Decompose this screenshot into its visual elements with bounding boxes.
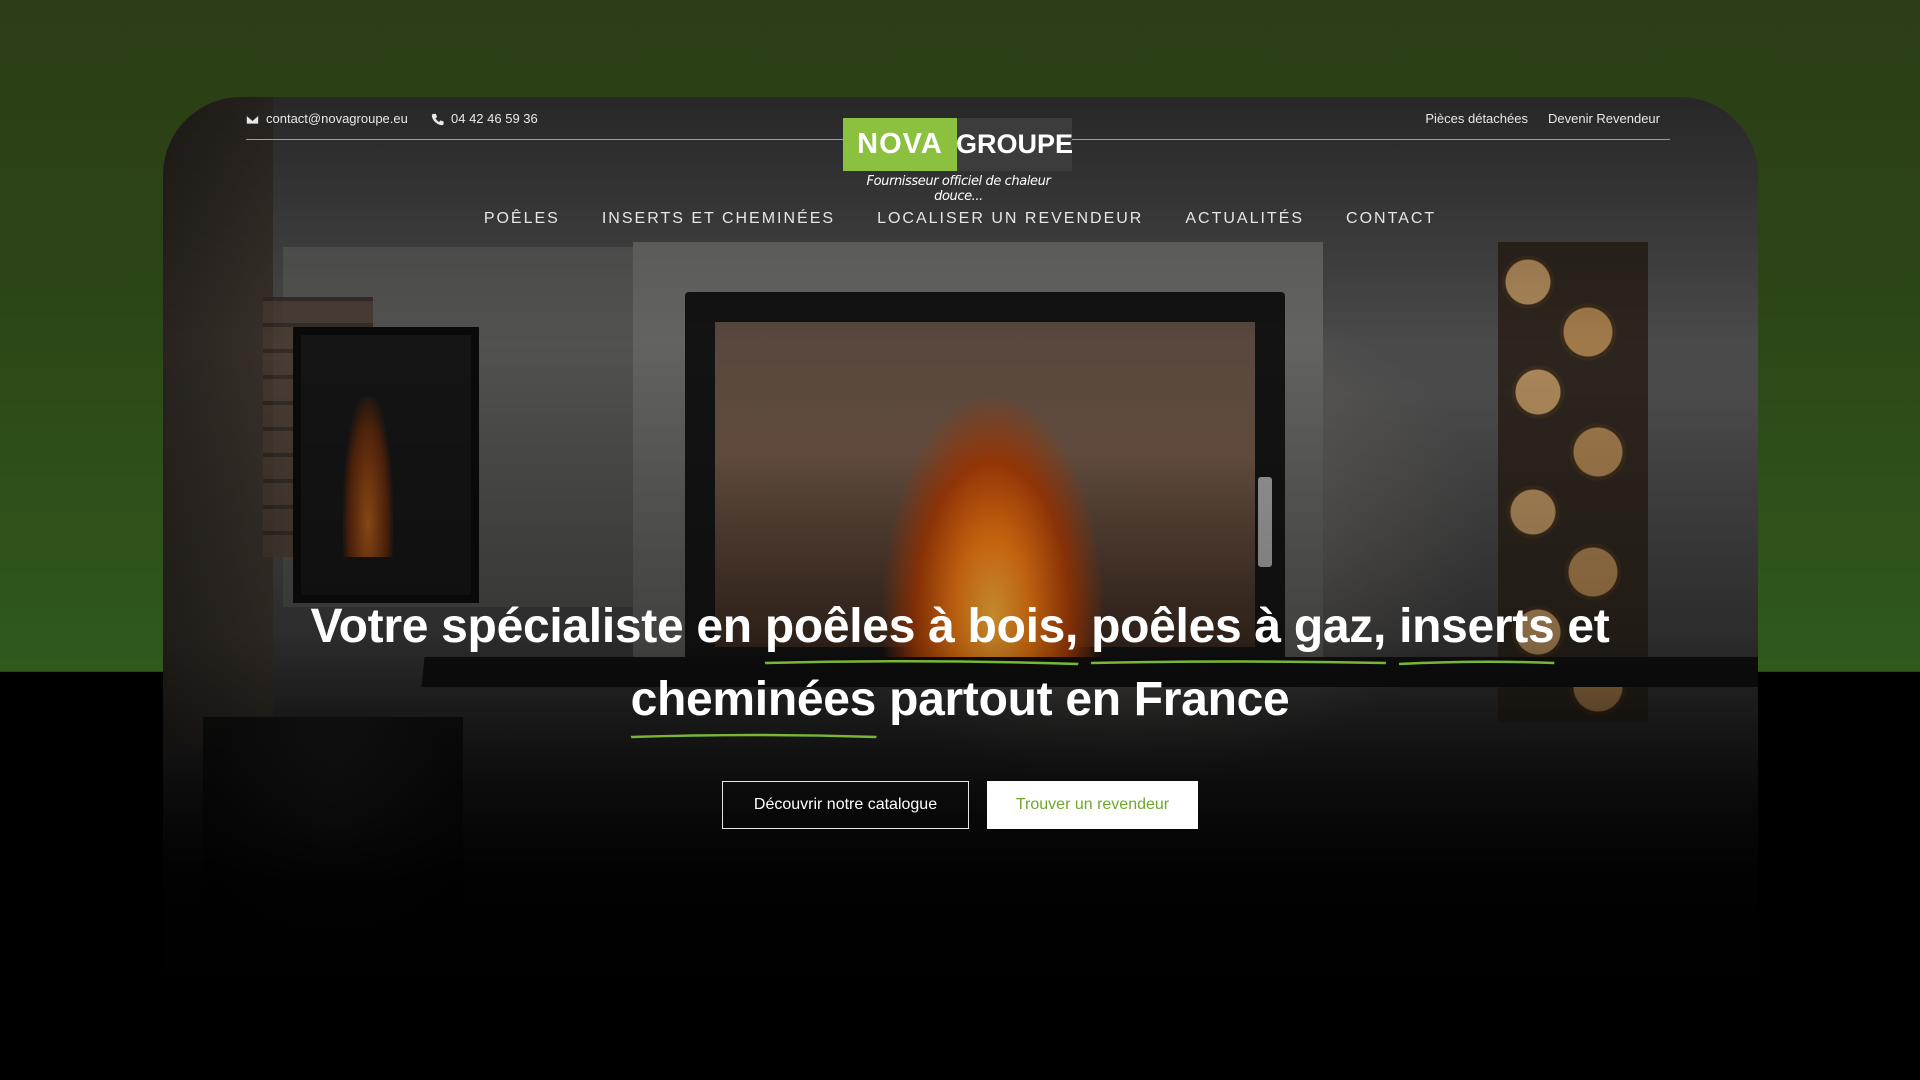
underline-stroke: [1090, 660, 1387, 665]
top-links: Pièces détachées Devenir Revendeur: [1425, 108, 1660, 130]
nav-contact[interactable]: CONTACT: [1346, 210, 1436, 228]
main-nav: POÊLES INSERTS ET CHEMINÉES LOCALISER UN…: [0, 210, 1920, 228]
nav-inserts-cheminees[interactable]: INSERTS ET CHEMINÉES: [602, 210, 835, 228]
logo-tagline: Fournisseur officiel de chaleur douce...: [866, 174, 1051, 204]
nav-poeles[interactable]: POÊLES: [484, 210, 560, 228]
link-pieces-detachees[interactable]: Pièces détachées: [1425, 108, 1528, 130]
hero-text-3: [1386, 600, 1399, 653]
email-link[interactable]: contact@novagroupe.eu: [246, 108, 408, 130]
highlight-cheminees: cheminées: [630, 663, 877, 739]
hero-text-5: partout en France: [876, 673, 1290, 726]
highlight-poeles-gaz: poêles à gaz,: [1090, 590, 1387, 665]
hero-text-4: et: [1554, 600, 1610, 653]
nav-localiser-revendeur[interactable]: LOCALISER UN REVENDEUR: [877, 210, 1143, 228]
site-logo[interactable]: NOVA GROUPE Fournisseur officiel de chal…: [841, 116, 1076, 204]
highlight-text: poêles à bois,: [764, 600, 1079, 653]
link-devenir-revendeur[interactable]: Devenir Revendeur: [1548, 108, 1660, 130]
underline-stroke: [630, 733, 877, 739]
logo-groupe: GROUPE: [956, 118, 1073, 171]
hero-title: Votre spécialiste en poêles à bois, poêl…: [240, 590, 1680, 739]
hero-card: [163, 97, 1758, 1080]
catalogue-button[interactable]: Découvrir notre catalogue: [722, 781, 969, 829]
envelope-icon: [246, 114, 259, 124]
scene-overlay: [163, 97, 1758, 1080]
logo-nova: NOVA: [843, 118, 957, 171]
highlight-text: cheminées: [630, 673, 877, 726]
hero-buttons: Découvrir notre catalogue Trouver un rev…: [0, 781, 1920, 829]
phone-icon: [431, 113, 444, 125]
email-text: contact@novagroupe.eu: [266, 111, 408, 126]
hero-text-1: Votre spécialiste en: [310, 600, 765, 653]
highlight-inserts: inserts: [1398, 590, 1555, 666]
highlight-text: poêles à gaz,: [1091, 600, 1387, 653]
find-dealer-button[interactable]: Trouver un revendeur: [987, 781, 1198, 829]
underline-stroke: [1398, 660, 1555, 666]
hero-text-2: [1078, 600, 1091, 653]
nav-actualites[interactable]: ACTUALITÉS: [1185, 210, 1304, 228]
highlight-poeles-bois: poêles à bois,: [764, 590, 1079, 666]
highlight-text: inserts: [1399, 600, 1555, 653]
phone-link[interactable]: 04 42 46 59 36: [431, 108, 538, 130]
phone-text: 04 42 46 59 36: [451, 111, 538, 126]
